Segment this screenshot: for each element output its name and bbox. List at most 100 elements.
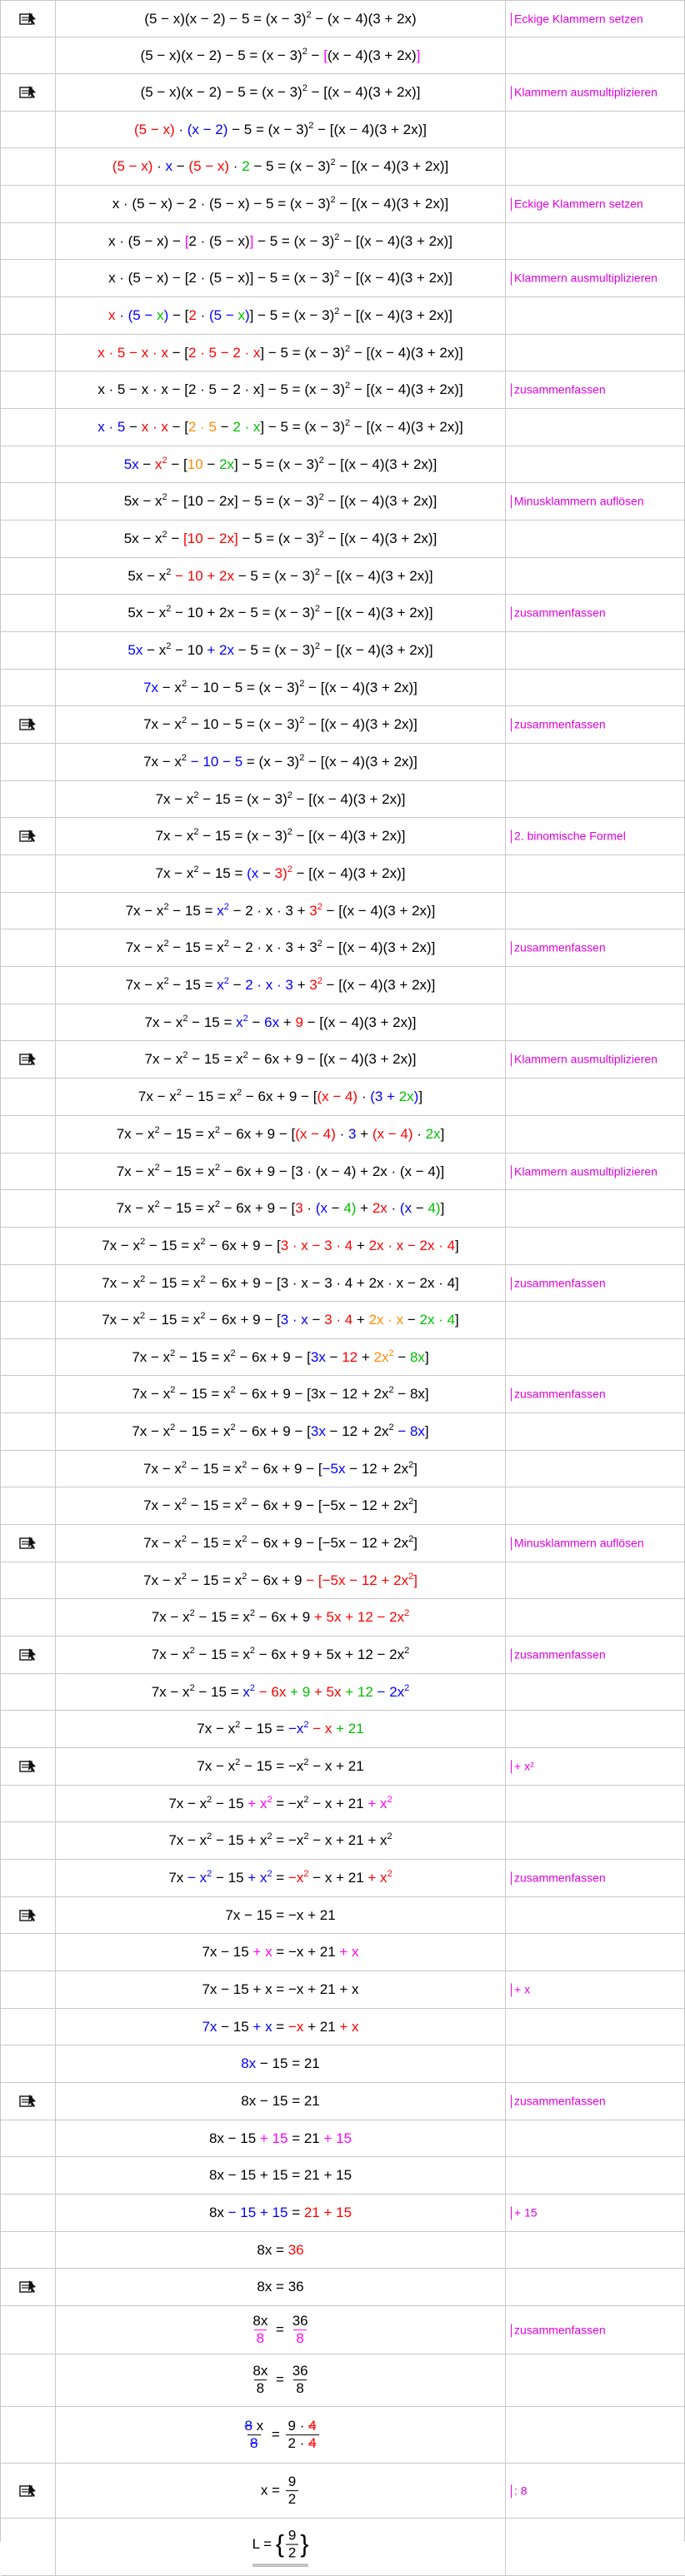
step-note: zusammenfassen <box>511 2323 606 2337</box>
table-row: 7x − x2 − 15 = x2 − 6x + 9 − [−5x − 12 +… <box>1 1450 685 1487</box>
note-cell <box>506 521 685 557</box>
run-step-icon[interactable] <box>19 1907 38 1924</box>
equation-cell: (5 − x)(x − 2) − 5 = (x − 3)2 − [(x − 4)… <box>56 37 506 73</box>
icon-cell <box>1 855 56 892</box>
icon-cell <box>1 371 56 408</box>
icon-cell <box>1 1339 56 1375</box>
run-step-icon[interactable] <box>19 2483 38 2499</box>
equation: 7x − x2 − 15 = (x − 3)2 − [(x − 4)(3 + 2… <box>155 827 406 844</box>
icon-cell <box>1 1 56 37</box>
icon-cell <box>1 2464 56 2518</box>
equation-cell: 7x − x2 − 15 = x2 − 6x + 9 − [3 · (x − 4… <box>56 1190 506 1227</box>
icon-cell <box>1 632 56 669</box>
equation: 8x 8 = 36 8 <box>252 2363 308 2397</box>
note-cell <box>506 1190 685 1227</box>
icon-cell <box>1 1376 56 1413</box>
run-step-icon[interactable] <box>19 84 38 101</box>
run-step-icon[interactable] <box>19 716 38 733</box>
equation-cell: x = 92 <box>56 2464 506 2518</box>
table-row: 7x − x2 − 15 = −x2 − x + 21 <box>1 1710 685 1747</box>
equation: 7x − x2 − 15 + x2 = −x2 − x + 21 + x2 <box>168 1869 392 1886</box>
note-cell <box>506 297 685 334</box>
run-step-icon[interactable] <box>19 1758 38 1775</box>
table-row: 8x − 15 = 21 zusammenfassen <box>1 2082 685 2120</box>
icon-cell <box>1 1971 56 2008</box>
run-step-icon[interactable] <box>19 2279 38 2295</box>
equation-cell: 7x − 15 + x = −x + 21 + x <box>56 2009 506 2045</box>
equation: 7x − x2 − 15 = x2 − 6x + 9 − [3 · (x − 4… <box>116 1162 445 1179</box>
note-cell: Klammern ausmultiplizieren <box>506 74 685 111</box>
equation: 5x − x2 − [10 − 2x] − 5 = (x − 3)2 − [(x… <box>123 530 438 546</box>
icon-cell <box>1 483 56 520</box>
note-cell: + x <box>506 1971 685 2008</box>
icon-cell <box>1 2407 56 2463</box>
run-step-icon[interactable] <box>19 1535 38 1552</box>
table-row: 7x − x2 − 15 = x2 − 6x + 9 + 5x + 12 − 2… <box>1 1598 685 1636</box>
note-cell <box>506 2045 685 2082</box>
note-cell: Klammern ausmultiplizieren <box>506 1041 685 1078</box>
equation: 7x − 15 + x = −x + 21 + x <box>202 1943 359 1960</box>
note-cell <box>506 148 685 185</box>
run-step-icon[interactable] <box>19 828 38 845</box>
note-cell: Klammern ausmultiplizieren <box>506 260 685 296</box>
equation: 7x − x2 − 15 + x2 = −x2 − x + 21 + x2 <box>168 1794 392 1811</box>
note-cell <box>506 37 685 73</box>
equation-cell: 7x − x2 − 15 = x2 − 6x + 9 − [3x − 12 + … <box>56 1413 506 1450</box>
note-cell <box>506 2120 685 2156</box>
note-cell <box>506 1674 685 1710</box>
table-row: 7x − x2 − 15 = x2 − 6x + 9 + 5x + 12 − 2… <box>1 1636 685 1673</box>
note-cell: zusammenfassen <box>506 595 685 631</box>
run-step-icon[interactable] <box>19 1051 38 1068</box>
equation-cell: 7x − x2 − 15 = x2 − 2 · x · 3 + 32 − [(x… <box>56 893 506 929</box>
step-note: zusammenfassen <box>511 940 606 954</box>
table-row: 5x − x2 − 10 + 2x − 5 = (x − 3)2 − [(x −… <box>1 631 685 669</box>
run-step-icon[interactable] <box>19 1647 38 1663</box>
icon-cell <box>1 2306 56 2354</box>
note-cell: zusammenfassen <box>506 2306 685 2354</box>
equation-cell: 7x − x2 − 15 = x2 − 6x + 9 − [(x − 4) · … <box>56 1079 506 1115</box>
equation: x · (5 − x) − 2 · (5 − x) − 5 = (x − 3)2… <box>112 195 449 212</box>
icon-cell <box>1 1637 56 1673</box>
note-cell: zusammenfassen <box>506 1860 685 1896</box>
equation-cell: 5x − x2 − [10 − 2x] − 5 = (x − 3)2 − [(x… <box>56 521 506 557</box>
note-cell <box>506 1228 685 1264</box>
equation: 7x − x2 − 15 = x2 − 6x + 9 − [3 · x − 3 … <box>102 1273 459 1291</box>
icon-cell <box>1 335 56 371</box>
icon-cell <box>1 1897 56 1933</box>
equation-cell: 5x − x2 − 10 + 2x − 5 = (x − 3)2 − [(x −… <box>56 632 506 669</box>
table-row: 8x − 15 + 15 = 21 + 15 + 15 <box>1 2194 685 2231</box>
note-cell <box>506 558 685 594</box>
equation: (5 − x)(x − 2) − 5 = (x − 3)2 − (x − 4)(… <box>144 9 417 27</box>
note-cell <box>506 1116 685 1153</box>
table-row: 7x − x2 − 15 = x2 − 6x + 9 − [(x − 4) · … <box>1 1078 685 1115</box>
step-note: Klammern ausmultiplizieren <box>511 85 658 99</box>
equation-cell: (5 − x)(x − 2) − 5 = (x − 3)2 − [(x − 4)… <box>56 74 506 111</box>
table-row: x · (5 − x) − [2 · (5 − x)] − 5 = (x − 3… <box>1 259 685 296</box>
note-cell: zusammenfassen <box>506 2083 685 2120</box>
run-step-icon[interactable] <box>19 11 38 27</box>
note-cell: 2. binomische Formel <box>506 818 685 855</box>
equation: 7x − x2 − 10 − 5 = (x − 3)2 − [(x − 4)(3… <box>143 678 418 695</box>
run-step-icon[interactable] <box>19 2093 38 2110</box>
icon-cell <box>1 1934 56 1971</box>
equation-cell: 7x − x2 − 15 = x2 − 6x + 9 − [3 · (x − 4… <box>56 1153 506 1189</box>
equation: 7x − x2 − 15 = x2 − 6x + 9 − [−5x − 12 +… <box>143 1497 418 1513</box>
note-cell <box>506 670 685 705</box>
table-row: 7x − x2 − 15 = x2 − 6x + 9 − [(x − 4)(3 … <box>1 1040 685 1078</box>
equation: 7x − x2 − 15 = x2 − 6x + 9 − [(x − 4)(3 … <box>144 1050 417 1067</box>
step-note: : 8 <box>511 2484 528 2498</box>
icon-cell <box>1 223 56 259</box>
table-row: 7x − x2 − 15 = x2 − 2 · x · 3 + 32 − [(x… <box>1 892 685 929</box>
note-cell <box>506 2354 685 2406</box>
icon-cell <box>1 706 56 743</box>
equation-cell: 7x − x2 − 15 + x2 = −x2 − x + 21 + x2 <box>56 1860 506 1896</box>
table-row: (5 − x)(x − 2) − 5 = (x − 3)2 − (x − 4)(… <box>1 0 685 37</box>
icon-cell <box>1 1265 56 1301</box>
equation-cell: 8x − 15 = 21 <box>56 2045 506 2082</box>
equation: 7x − x2 − 15 = x2 − 6x + 9 − [3x − 12 + … <box>132 1348 429 1365</box>
table-row: 7x − x2 − 15 = (x − 3)2 − [(x − 4)(3 + 2… <box>1 817 685 855</box>
table-row: (5 − x) · x − (5 − x) · 2 − 5 = (x − 3)2… <box>1 147 685 185</box>
icon-cell <box>1 2269 56 2305</box>
note-cell <box>506 409 685 446</box>
table-row: 7x − x2 − 15 = x2 − 6x + 9 − [3x − 12 + … <box>1 1375 685 1413</box>
